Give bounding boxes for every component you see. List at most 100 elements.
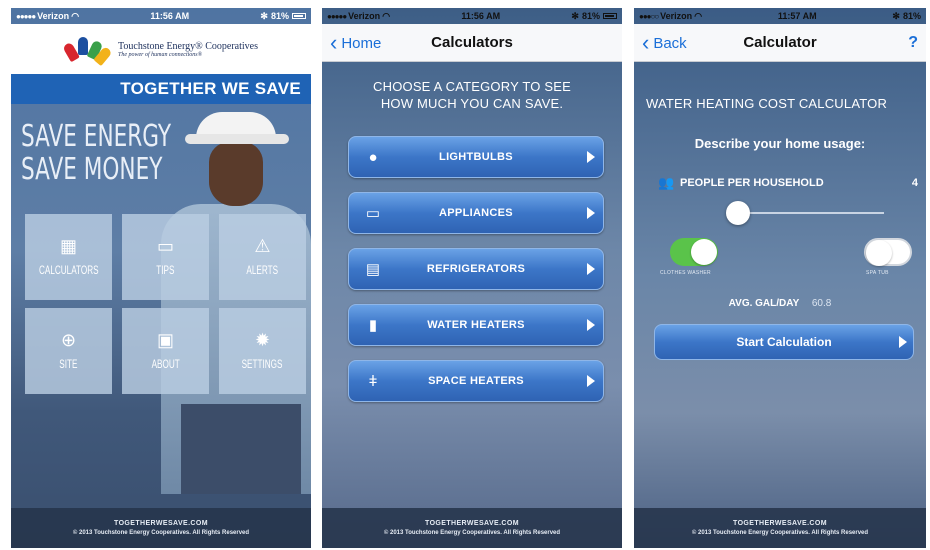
- bluetooth-icon: ✻: [260, 10, 268, 21]
- back-button[interactable]: ‹ Home: [330, 24, 381, 62]
- touchstone-logo-icon: [62, 35, 113, 67]
- tile-about[interactable]: ▣ ABOUT: [122, 308, 209, 394]
- category-appliances-button[interactable]: ▭ APPLIANCES: [348, 192, 604, 234]
- people-per-household-row: 👥 PEOPLE PER HOUSEHOLD 4: [658, 175, 918, 191]
- home-screen: ●●●●● Verizon ◠ 11:56 AM ✻ 81% Touchston…: [11, 8, 311, 548]
- prompt-line-2: HOW MUCH YOU CAN SAVE.: [380, 96, 564, 111]
- hero-slogan: SAVE ENERGY SAVE MONEY: [21, 119, 172, 187]
- footer: TOGETHERWESAVE.COM © 2013 Touchstone Ene…: [634, 508, 926, 548]
- chevron-right-icon: [899, 336, 907, 348]
- spa-tub-toggle[interactable]: [864, 238, 912, 266]
- avg-value: 60.8: [811, 298, 832, 309]
- category-lightbulbs-button[interactable]: ● LIGHTBULBS: [348, 136, 604, 178]
- chevron-right-icon: [587, 319, 595, 331]
- category-label: SPACE HEATERS: [428, 375, 524, 387]
- people-slider-knob[interactable]: [726, 201, 750, 225]
- tile-label: ALERTS: [246, 263, 279, 277]
- people-slider-track[interactable]: [738, 212, 884, 214]
- nav-bar: Calculator ‹ Back ?: [634, 24, 926, 62]
- toggle-knob: [866, 240, 892, 266]
- logo-header: Touchstone Energy® Cooperatives The powe…: [11, 24, 311, 74]
- clothes-washer-toggle[interactable]: [670, 238, 718, 266]
- category-water-heaters-button[interactable]: ▮ WATER HEATERS: [348, 304, 604, 346]
- signal-icon: ●●●○○: [639, 11, 659, 21]
- footer-copyright: © 2013 Touchstone Energy Cooperatives. A…: [383, 530, 561, 536]
- back-label: Home: [341, 34, 382, 52]
- tile-site[interactable]: ⊕ SITE: [25, 308, 112, 394]
- people-value: 4: [911, 177, 918, 189]
- carrier-label: Verizon: [348, 11, 381, 21]
- signal-icon: ●●●●●: [16, 11, 36, 21]
- calculator-screen: ●●●○○ Verizon ◠ 11:57 AM ✻ 81% Calculato…: [634, 8, 926, 548]
- bluetooth-icon: ✻: [571, 10, 579, 21]
- hero-line-2: SAVE MONEY: [21, 152, 163, 187]
- battery-percent: 81%: [581, 11, 600, 21]
- wifi-icon: ◠: [71, 10, 80, 21]
- warning-icon: ⚠: [254, 236, 271, 256]
- tile-settings[interactable]: ✹ SETTINGS: [219, 308, 306, 394]
- calculator-heading: WATER HEATING COST CALCULATOR: [646, 96, 888, 111]
- carrier-label: Verizon: [37, 11, 70, 21]
- footer: TOGETHERWESAVE.COM © 2013 Touchstone Ene…: [11, 508, 311, 548]
- category-label: LIGHTBULBS: [439, 151, 513, 163]
- start-label: Start Calculation: [736, 335, 832, 349]
- footer-site-link[interactable]: TOGETHERWESAVE.COM: [11, 520, 311, 527]
- footer-site-link[interactable]: TOGETHERWESAVE.COM: [634, 520, 926, 527]
- avg-label: AVG. GAL/DAY: [728, 298, 800, 309]
- category-space-heaters-button[interactable]: ǂ SPACE HEATERS: [348, 360, 604, 402]
- wifi-icon: ◠: [382, 10, 391, 21]
- chevron-right-icon: [587, 151, 595, 163]
- chevron-right-icon: [587, 207, 595, 219]
- battery-icon: [602, 13, 617, 19]
- category-prompt: CHOOSE A CATEGORY TO SEE HOW MUCH YOU CA…: [322, 78, 622, 112]
- people-label: PEOPLE PER HOUSEHOLD: [680, 177, 824, 189]
- clock: 11:56 AM: [461, 11, 501, 21]
- calculator-icon: ▦: [59, 236, 77, 256]
- category-refrigerators-button[interactable]: ▤ REFRIGERATORS: [348, 248, 604, 290]
- footer-site-link[interactable]: TOGETHERWESAVE.COM: [322, 520, 622, 527]
- hero-line-1: SAVE ENERGY: [21, 119, 172, 154]
- calculators-screen: ●●●●● Verizon ◠ 11:56 AM ✻ 81% Calculato…: [322, 8, 622, 548]
- battery-percent: 81%: [902, 11, 921, 21]
- back-button[interactable]: ‹ Back: [642, 24, 687, 62]
- tile-label: TIPS: [156, 263, 175, 277]
- tile-alerts[interactable]: ⚠ ALERTS: [219, 214, 306, 300]
- chevron-left-icon: ‹: [330, 30, 338, 55]
- chevron-left-icon: ‹: [642, 30, 650, 55]
- gear-icon: ✹: [254, 330, 271, 350]
- tile-tips[interactable]: ▭ TIPS: [122, 214, 209, 300]
- carrier-label: Verizon: [660, 11, 693, 21]
- prompt-line-1: CHOOSE A CATEGORY TO SEE: [373, 79, 571, 94]
- tile-label: CALCULATORS: [38, 263, 99, 277]
- together-we-save-banner: TOGETHER WE SAVE: [11, 74, 311, 104]
- spa-tub-label: SPA TUB: [866, 270, 889, 276]
- category-label: WATER HEATERS: [427, 319, 525, 331]
- start-calculation-button[interactable]: Start Calculation: [654, 324, 914, 360]
- chevron-right-icon: [587, 263, 595, 275]
- footer: TOGETHERWESAVE.COM © 2013 Touchstone Ene…: [322, 508, 622, 548]
- back-label: Back: [653, 34, 687, 52]
- signal-icon: ●●●●●: [327, 11, 347, 21]
- tile-label: SETTINGS: [242, 357, 283, 371]
- clock: 11:57 AM: [777, 11, 817, 21]
- bluetooth-icon: ✻: [892, 10, 900, 21]
- screenshot-collage: ●●●●● Verizon ◠ 11:56 AM ✻ 81% Touchston…: [0, 0, 930, 550]
- tile-calculators[interactable]: ▦ CALCULATORS: [25, 214, 112, 300]
- tile-label: ABOUT: [151, 357, 180, 371]
- clothes-washer-label: CLOTHES WASHER: [660, 270, 711, 276]
- footer-copyright: © 2013 Touchstone Energy Cooperatives. A…: [72, 530, 250, 536]
- people-icon: 👥: [658, 175, 675, 190]
- wifi-icon: ◠: [694, 10, 703, 21]
- battery-icon: [291, 13, 306, 19]
- category-label: APPLIANCES: [439, 207, 513, 219]
- help-button[interactable]: ?: [908, 24, 918, 62]
- avg-gal-per-day: AVG. GAL/DAY 60.8: [634, 298, 926, 309]
- chat-bubble-icon: ▭: [156, 236, 174, 256]
- status-bar: ●●●○○ Verizon ◠ 11:57 AM ✻ 81%: [634, 8, 926, 24]
- tile-label: SITE: [59, 357, 78, 371]
- logo-name: Touchstone Energy® Cooperatives: [117, 40, 258, 52]
- chevron-right-icon: [587, 375, 595, 387]
- usage-prompt: Describe your home usage:: [694, 136, 866, 151]
- clock: 11:56 AM: [150, 11, 190, 21]
- id-card-icon: ▣: [156, 330, 174, 350]
